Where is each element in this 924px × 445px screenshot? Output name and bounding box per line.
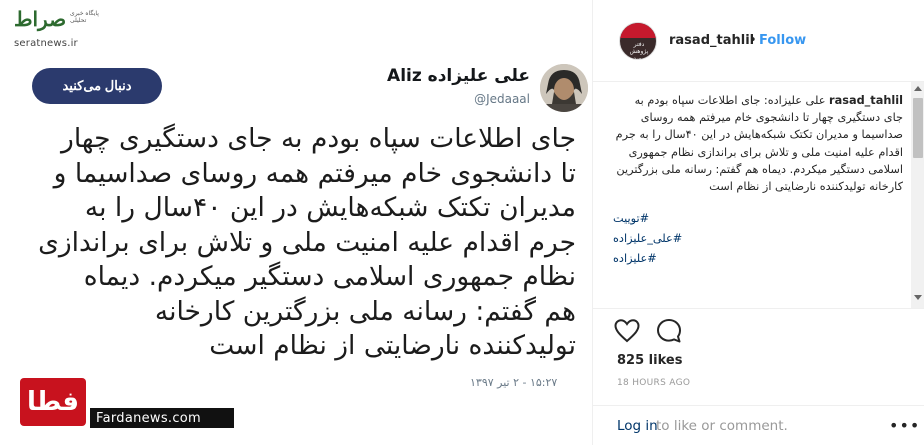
fardanews-logo: فطا: [20, 378, 86, 426]
comment-bubble-icon[interactable]: [655, 317, 683, 345]
instagram-post-view: صراط پایگاه خبری تحلیلی seratnews.ir علی…: [0, 0, 924, 445]
hashtag-link[interactable]: #توییت: [613, 209, 903, 229]
serat-tagline: پایگاه خبری تحلیلی: [70, 10, 99, 24]
tweet-author-handle: @Jedaaal: [474, 92, 530, 106]
seratnews-watermark: صراط پایگاه خبری تحلیلی seratnews.ir: [14, 8, 104, 50]
tweet-line: نظام جمهوری اسلامی دستگیر میکردم. دیماه: [83, 261, 576, 292]
tweet-text: جای اطلاعات سپاه بودم به جای دستگیری چها…: [14, 122, 576, 364]
post-side-panel: دفتر پژوهش رصد rasad_tahlil • Follow ras…: [592, 0, 924, 445]
post-image: صراط پایگاه خبری تحلیلی seratnews.ir علی…: [0, 0, 592, 445]
fardanews-watermark: فطا Fardanews.com: [10, 378, 234, 430]
tweet-line: تولیدکننده نارضایتی از نظام است: [209, 330, 576, 361]
tweet-line: مدیران تکتک شبکه‌هایش در این ۴۰سال را به: [84, 192, 576, 223]
post-header: دفتر پژوهش رصد rasad_tahlil • Follow: [593, 0, 924, 82]
tweet-line: جای اطلاعات سپاه بودم به جای دستگیری چها…: [61, 123, 576, 154]
fardanews-site: Fardanews.com: [90, 408, 234, 428]
tweet-avatar: [540, 64, 588, 112]
separator-dot: •: [749, 33, 757, 48]
scroll-down-arrow-icon[interactable]: [914, 295, 922, 300]
hashtag-link[interactable]: #علیزاده: [613, 249, 903, 269]
scroll-up-arrow-icon[interactable]: [914, 86, 922, 91]
hashtag-link[interactable]: #علی_علیزاده: [613, 229, 903, 249]
account-username-link[interactable]: rasad_tahlil: [669, 33, 754, 48]
like-heart-icon[interactable]: [613, 317, 641, 345]
comment-section: Log in to like or comment. •••: [593, 405, 924, 445]
tweet-following-button: دنبال می‌کنید: [32, 68, 162, 104]
scroll-thumb[interactable]: [913, 98, 923, 158]
tweet-line: جرم اقدام علیه امنیت ملی و تلاش برای برا…: [38, 226, 576, 258]
post-actions: 825 likes 18 HOURS AGO Log in to like or…: [593, 308, 924, 445]
hashtag-list: #توییت #علی_علیزاده #علیزاده: [613, 209, 903, 269]
serat-site: seratnews.ir: [14, 38, 78, 49]
account-avatar[interactable]: دفتر پژوهش رصد: [619, 22, 657, 60]
tweet-header: علی علیزاده Aliz @Jedaaal دنبال می‌کنید: [0, 58, 592, 118]
likes-count[interactable]: 825 likes: [617, 353, 682, 368]
caption-scrollbar[interactable]: [911, 82, 924, 308]
tweet-author-name: علی علیزاده Aliz: [387, 66, 530, 86]
more-options-icon[interactable]: •••: [889, 416, 920, 435]
tweet-date: ۱۵:۲۷ - ۲ تیر ۱۳۹۷: [470, 376, 558, 389]
avatar-banner: [620, 23, 656, 38]
caption-username-link[interactable]: rasad_tahlil: [829, 94, 903, 107]
caption-area: rasad_tahlil علی علیزاده: جای اطلاعات سپ…: [613, 92, 903, 312]
tweet-line: هم گفتم: رسانه ملی بزرگترین کارخانه: [154, 295, 576, 327]
tweet-line: تا دانشجوی خام میرفتم همه روسای صداسیما …: [53, 157, 576, 189]
login-link[interactable]: Log in: [617, 418, 658, 434]
post-time[interactable]: 18 HOURS AGO: [617, 378, 690, 388]
avatar-text: دفتر پژوهش رصد: [629, 41, 649, 60]
caption-text: علی علیزاده: جای اطلاعات سپاه بودم به جا…: [615, 94, 903, 194]
follow-button[interactable]: Follow: [759, 33, 806, 48]
caption: rasad_tahlil علی علیزاده: جای اطلاعات سپ…: [613, 92, 903, 195]
login-prompt-text: to like or comment.: [656, 418, 788, 434]
